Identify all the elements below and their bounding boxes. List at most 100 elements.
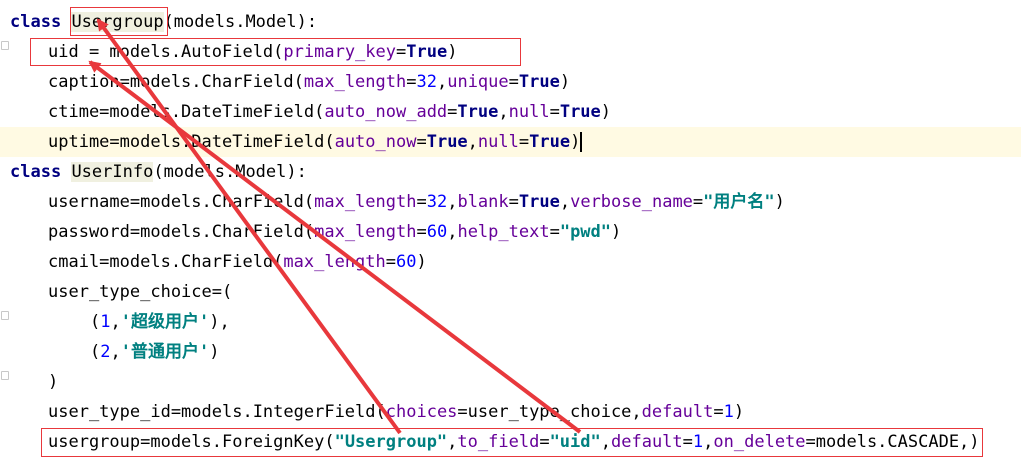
code-token: verbose_name: [570, 192, 693, 212]
code-token: 32: [426, 192, 448, 212]
code-token: ,: [447, 222, 458, 242]
code-token: to_field: [457, 432, 540, 452]
code-text: password=models.CharField(max_length=60,…: [48, 217, 621, 247]
code-token: ,: [436, 72, 448, 92]
code-token: Usergroup: [71, 12, 164, 32]
code-token: ,: [110, 312, 121, 332]
code-token: UserInfo: [71, 162, 154, 182]
code-token: 60: [396, 252, 417, 272]
code-token: ): [570, 132, 581, 152]
code-text: (2,'普通用户'): [90, 337, 219, 367]
code-line[interactable]: uptime=models.DateTimeField(auto_now=Tru…: [0, 127, 1021, 157]
code-text: ): [48, 367, 58, 397]
code-token: =: [416, 132, 427, 152]
code-token: ): [611, 222, 622, 242]
code-token: '超级用户': [120, 312, 210, 332]
code-token: ): [559, 72, 571, 92]
code-token: ): [600, 102, 612, 122]
code-token: ,: [447, 192, 458, 212]
code-token: ): [48, 372, 59, 392]
code-token: (models.Model):: [153, 162, 307, 182]
code-token: =models.CASCADE,): [805, 432, 980, 452]
code-token: True: [518, 192, 560, 212]
code-text: user_type_id=models.IntegerField(choices…: [48, 397, 744, 427]
code-token: blank: [457, 192, 509, 212]
code-token: uptime=models.DateTimeField(: [48, 132, 335, 152]
code-token: on_delete: [713, 432, 806, 452]
code-token: '普通用户': [120, 342, 210, 362]
code-token: ,: [447, 432, 458, 452]
code-text: cmail=models.CharField(max_length=60): [48, 247, 427, 277]
fold-marker-icon[interactable]: [1, 311, 9, 320]
code-token: ): [416, 252, 427, 272]
code-token: =: [396, 42, 407, 62]
code-token: ): [209, 342, 220, 362]
code-token: choices: [385, 402, 458, 422]
code-token: password=models.CharField(: [48, 222, 315, 242]
code-token: =: [713, 402, 724, 422]
code-text: ctime=models.DateTimeField(auto_now_add=…: [48, 97, 611, 127]
code-token: =: [682, 432, 693, 452]
code-token: 32: [416, 72, 437, 92]
code-token: ): [733, 402, 745, 422]
code-token: ): [774, 192, 785, 212]
code-token: ,: [600, 432, 611, 452]
code-token: True: [518, 72, 560, 92]
code-token: =: [692, 192, 704, 212]
code-token: cmail=models.CharField(: [48, 252, 284, 272]
code-token: =: [447, 102, 458, 122]
code-token: ,: [110, 342, 121, 362]
code-token: max_length: [314, 222, 417, 242]
code-token: True: [559, 102, 601, 122]
code-token: =: [406, 72, 417, 92]
code-token: "Usergroup": [334, 432, 448, 452]
code-token: ,: [559, 192, 571, 212]
code-token: null: [508, 102, 550, 122]
code-text: caption=models.CharField(max_length=32,u…: [48, 67, 570, 97]
code-token: ,: [467, 132, 478, 152]
code-text: uid = models.AutoField(primary_key=True): [48, 37, 457, 67]
code-token: ),: [209, 312, 230, 332]
code-text: uptime=models.DateTimeField(auto_now=Tru…: [48, 127, 583, 157]
fold-marker-icon[interactable]: [1, 371, 9, 380]
code-token: =: [518, 132, 530, 152]
code-token: primary_key: [283, 42, 396, 62]
code-token: =: [508, 192, 519, 212]
code-token: 1: [723, 402, 734, 422]
code-token: "pwd": [559, 222, 612, 242]
code-text: class UserInfo(models.Model):: [10, 157, 307, 187]
code-token: max_length: [303, 72, 407, 92]
code-token: (models.Model):: [163, 12, 318, 32]
code-token: auto_now_add: [324, 102, 448, 122]
code-token: "用户名": [703, 192, 775, 212]
code-token: ,: [703, 432, 714, 452]
code-text: username=models.CharField(max_length=32,…: [48, 187, 785, 217]
code-token: =: [416, 192, 427, 212]
code-token: caption=models.CharField(: [48, 72, 304, 92]
code-text: usergroup=models.ForeignKey("Usergroup",…: [48, 427, 980, 457]
code-token: =: [385, 252, 397, 272]
code-text: user_type_choice=(: [48, 277, 232, 307]
code-token: =user_type_choice,: [457, 402, 642, 422]
code-token: class: [10, 12, 62, 32]
code-token: default: [641, 402, 714, 422]
fold-marker-icon[interactable]: [1, 41, 9, 50]
code-token: =: [416, 222, 427, 242]
code-token: =: [549, 102, 560, 122]
code-text: (1,'超级用户'),: [90, 307, 230, 337]
code-token: auto_now: [334, 132, 417, 152]
code-token: 2: [100, 342, 111, 362]
code-token: True: [406, 42, 448, 62]
code-token: default: [611, 432, 683, 452]
code-token: username=models.CharField(: [48, 192, 315, 212]
code-token: uid = models.AutoField(: [48, 42, 284, 62]
code-token: ,: [498, 102, 509, 122]
code-token: 60: [426, 222, 448, 242]
code-token: (: [90, 342, 101, 362]
code-token: usergroup=models.ForeignKey(: [48, 432, 335, 452]
code-token: user_type_id=models.IntegerField(: [48, 402, 386, 422]
code-token: null: [477, 132, 519, 152]
code-token: True: [457, 102, 499, 122]
